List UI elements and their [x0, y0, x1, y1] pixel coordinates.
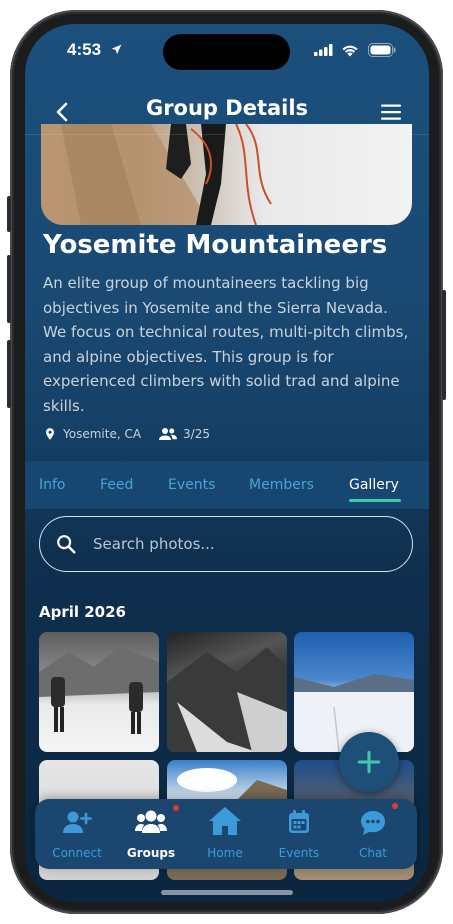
nav-connect-label: Connect — [52, 846, 102, 860]
group-members-count: 3/25 — [159, 427, 210, 441]
nav-groups-label: Groups — [126, 846, 176, 860]
nav-chat[interactable]: Chat — [337, 799, 409, 869]
groups-icon — [135, 810, 167, 833]
hamburger-menu-icon[interactable] — [379, 100, 403, 124]
tab-gallery[interactable]: Gallery — [349, 477, 399, 493]
bottom-navigation: Connect Groups Home Events Chat — [35, 799, 417, 869]
wifi-icon — [342, 45, 358, 57]
home-icon — [209, 807, 241, 835]
people-icon — [159, 428, 178, 440]
photo-art — [294, 674, 414, 752]
search-icon — [57, 535, 76, 554]
page-title: Group Details — [145, 96, 309, 120]
photo-search-bar — [39, 516, 413, 572]
chat-icon — [361, 811, 385, 835]
chat-notification-dot — [392, 803, 398, 809]
groups-notification-dot — [173, 805, 179, 811]
nav-groups[interactable]: Groups — [115, 799, 187, 869]
active-tab-indicator — [349, 499, 401, 502]
gallery-photo[interactable] — [167, 632, 287, 752]
home-indicator — [161, 890, 293, 895]
tab-events[interactable]: Events — [168, 477, 215, 493]
location-arrow-icon — [111, 44, 122, 55]
power-button — [442, 290, 446, 400]
tab-members[interactable]: Members — [249, 477, 314, 493]
group-cover-photo — [41, 124, 412, 225]
nav-home[interactable]: Home — [189, 799, 261, 869]
volume-down-button — [7, 340, 11, 408]
photo-art — [167, 647, 287, 752]
nav-events-label: Events — [278, 846, 320, 860]
tab-feed[interactable]: Feed — [100, 477, 133, 493]
signal-icon — [314, 44, 333, 56]
status-time: 4:53 — [67, 40, 102, 59]
nav-events[interactable]: Events — [263, 799, 335, 869]
gallery-photo[interactable] — [294, 632, 414, 752]
header-divider — [25, 134, 429, 135]
location-text: Yosemite, CA — [63, 427, 142, 441]
plus-icon — [357, 750, 381, 774]
add-photo-button[interactable] — [339, 732, 399, 792]
dynamic-island — [163, 34, 290, 70]
nav-chat-label: Chat — [358, 846, 388, 860]
add-person-icon — [63, 811, 92, 833]
gallery-photo[interactable] — [39, 632, 159, 752]
climbers-photo-art — [41, 124, 272, 225]
nav-connect[interactable]: Connect — [41, 799, 113, 869]
group-tabs: Info Feed Events Members Gallery — [25, 461, 429, 509]
members-count-text: 3/25 — [183, 427, 210, 441]
group-description: An elite group of mountaineers tackling … — [43, 274, 409, 415]
volume-up-button — [7, 255, 11, 323]
app-header: Group Details — [25, 92, 429, 136]
battery-icon — [368, 43, 396, 57]
mute-switch — [7, 196, 11, 232]
screen: 4:53 Group Details Yosemite Mountaineers… — [25, 24, 429, 902]
group-name: Yosemite Mountaineers — [43, 230, 388, 260]
search-photos-input[interactable] — [93, 535, 373, 553]
tab-info[interactable]: Info — [39, 477, 66, 493]
gallery-month-heading: April 2026 — [39, 603, 126, 621]
group-location: Yosemite, CA — [43, 426, 141, 442]
group-meta: Yosemite, CA 3/25 — [43, 426, 228, 442]
map-pin-icon — [45, 428, 55, 440]
nav-home-label: Home — [207, 846, 243, 860]
photo-art — [39, 647, 159, 734]
calendar-icon — [289, 810, 309, 833]
